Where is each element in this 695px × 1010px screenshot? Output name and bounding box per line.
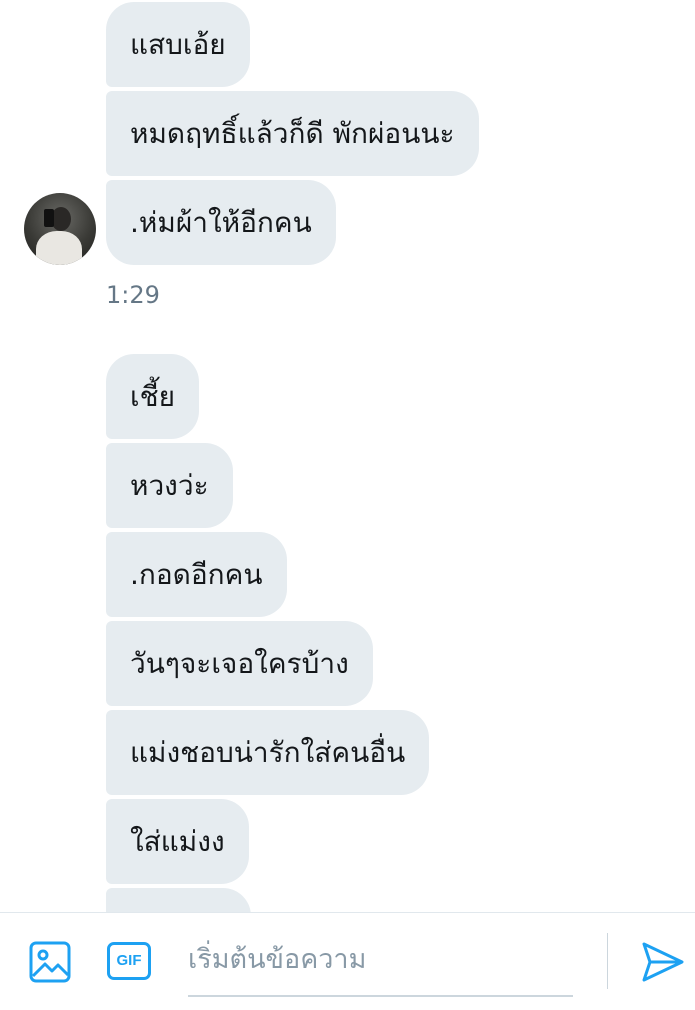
dm-conversation-screen: แสบเอ้ย หมดฤทธิ์แล้วก็ดี พักผ่อนนะ .ห่มผ… <box>0 0 695 1010</box>
avatar-phone <box>44 209 54 227</box>
message-bubble[interactable]: แสบเอ้ย <box>106 2 250 87</box>
message-list[interactable]: แสบเอ้ย หมดฤทธิ์แล้วก็ดี พักผ่อนนะ .ห่มผ… <box>0 0 695 912</box>
add-photo-button[interactable] <box>28 940 72 984</box>
message-bubble[interactable]: .กอดอีกคน <box>106 532 287 617</box>
message-bubble[interactable]: หวงว่ะ <box>106 443 233 528</box>
message-timestamp: 1:29 <box>106 281 160 309</box>
send-button[interactable] <box>640 939 686 985</box>
avatar-head <box>51 207 71 231</box>
add-gif-button[interactable]: GIF <box>107 942 153 982</box>
message-bubble[interactable]: แม่งชอบน่ารักใส่คนอื่น <box>106 710 430 795</box>
message-bubble[interactable] <box>106 888 251 912</box>
gif-icon: GIF <box>107 942 151 980</box>
message-composer: GIF <box>0 912 695 1010</box>
image-icon <box>29 941 71 983</box>
message-bubble[interactable]: .ห่มผ้าให้อีกคน <box>106 180 336 265</box>
message-bubble[interactable]: วันๆจะเจอใครบ้าง <box>106 621 373 706</box>
message-input-wrapper <box>188 931 573 997</box>
message-input[interactable] <box>188 931 573 987</box>
message-bubble[interactable]: เชี้ย <box>106 354 199 439</box>
composer-divider <box>607 933 608 989</box>
avatar[interactable] <box>24 193 96 265</box>
avatar-figure <box>36 231 82 265</box>
send-icon <box>642 942 684 982</box>
message-bubble[interactable]: หมดฤทธิ์แล้วก็ดี พักผ่อนนะ <box>106 91 479 176</box>
message-bubble[interactable]: ใส่แม่งง <box>106 799 249 884</box>
